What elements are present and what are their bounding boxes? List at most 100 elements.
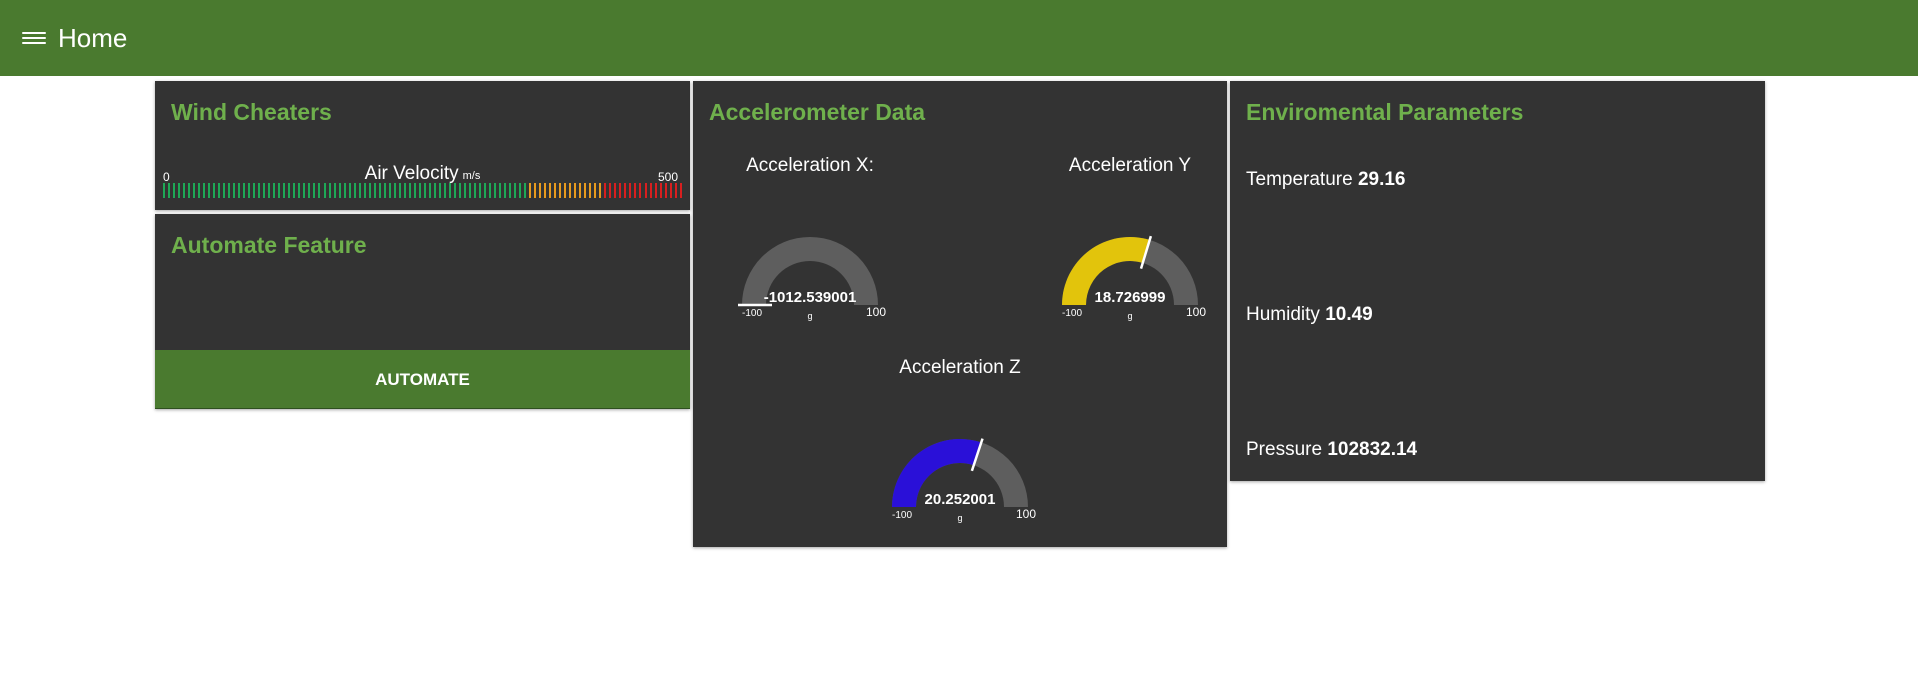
gauge-min-label: -100 [1062, 308, 1082, 319]
pressure-label: Pressure [1246, 439, 1323, 460]
air-velocity-tick [504, 183, 507, 198]
gauge-max-label: 100 [1016, 507, 1036, 521]
air-velocity-tick [443, 183, 446, 198]
air-velocity-tick [373, 183, 376, 198]
gauge-max-label: 100 [1186, 305, 1206, 319]
gauge-value-text: 18.726999 [1095, 289, 1166, 306]
air-velocity-tick [519, 183, 522, 198]
temperature-row: Temperature 29.16 [1246, 169, 1406, 191]
top-app-bar: Home [0, 0, 1918, 76]
air-velocity-tick [383, 183, 386, 198]
air-velocity-tick [298, 183, 301, 198]
air-velocity-tick [378, 183, 381, 198]
air-velocity-tick [193, 183, 196, 198]
air-velocity-tick [473, 183, 476, 198]
air-velocity-tick [243, 183, 246, 198]
air-velocity-tick [388, 183, 391, 198]
gauge-dial: 20.252001 -100 100 g [892, 438, 1036, 523]
air-velocity-tick [358, 183, 361, 198]
wind-cheaters-title: Wind Cheaters [171, 99, 332, 125]
air-velocity-tick [514, 183, 517, 198]
air-velocity-tick [664, 183, 667, 198]
air-velocity-tick [489, 183, 492, 198]
temperature-label: Temperature [1246, 169, 1353, 190]
acceleration-z-gauge: Acceleration Z 20.252001 -100 100 g [860, 357, 1060, 537]
air-velocity-label-text: Air Velocity [364, 163, 459, 184]
automate-button[interactable]: AUTOMATE [155, 350, 690, 409]
accelerometer-title: Accelerometer Data [709, 99, 926, 125]
air-velocity-tick [313, 183, 316, 198]
air-velocity-tick [554, 183, 557, 198]
air-velocity-tick [403, 183, 406, 198]
air-velocity-tick [338, 183, 341, 198]
air-velocity-tick [233, 183, 236, 198]
gauge-max-label: 100 [866, 305, 886, 319]
air-velocity-tick [258, 183, 261, 198]
air-velocity-linear-gauge [163, 183, 683, 198]
air-velocity-tick [203, 183, 206, 198]
acceleration-z-label: Acceleration Z [899, 357, 1021, 378]
air-velocity-tick [549, 183, 552, 198]
air-velocity-tick [634, 183, 637, 198]
air-velocity-tick [368, 183, 371, 198]
air-velocity-tick [584, 183, 587, 198]
air-velocity-tick [599, 183, 602, 198]
pressure-value: 102832.14 [1327, 439, 1418, 460]
air-velocity-tick [333, 183, 336, 198]
gauge-unit-label: g [1127, 311, 1132, 321]
air-velocity-tick [453, 183, 456, 198]
humidity-value: 10.49 [1325, 304, 1373, 325]
air-velocity-tick [569, 183, 572, 198]
temperature-value: 29.16 [1357, 169, 1406, 190]
air-velocity-tick [288, 183, 291, 198]
hamburger-menu-icon[interactable] [22, 29, 46, 47]
air-velocity-tick [208, 183, 211, 198]
acceleration-x-gauge: Acceleration X: -1012.539001 -100 100 g [693, 155, 927, 335]
air-velocity-tick [223, 183, 226, 198]
air-velocity-tick [183, 183, 186, 198]
air-velocity-tick [248, 183, 251, 198]
air-velocity-tick [574, 183, 577, 198]
air-velocity-tick [398, 183, 401, 198]
air-velocity-tick [168, 183, 171, 198]
air-velocity-tick [644, 183, 647, 198]
air-velocity-tick [438, 183, 441, 198]
air-velocity-tick [283, 183, 286, 198]
gauge-value-text: 20.252001 [925, 491, 996, 508]
air-velocity-tick [509, 183, 512, 198]
air-velocity-tick [579, 183, 582, 198]
gauge-dial: -1012.539001-100 100 g [738, 237, 886, 321]
air-velocity-tick [238, 183, 241, 198]
air-velocity-tick [679, 183, 682, 198]
air-velocity-tick [328, 183, 331, 198]
air-velocity-tick [308, 183, 311, 198]
humidity-label: Humidity [1246, 304, 1320, 325]
air-velocity-tick [639, 183, 642, 198]
air-velocity-tick [594, 183, 597, 198]
air-velocity-tick [423, 183, 426, 198]
air-velocity-tick [323, 183, 326, 198]
air-velocity-tick [659, 183, 662, 198]
air-velocity-tick [629, 183, 632, 198]
air-velocity-tick [293, 183, 296, 198]
air-velocity-tick [163, 183, 165, 198]
air-velocity-tick [413, 183, 416, 198]
air-velocity-tick [218, 183, 221, 198]
air-velocity-tick [318, 183, 321, 198]
air-velocity-tick [559, 183, 562, 198]
acceleration-y-gauge: Acceleration Y 18.726999 -100 100 g [1030, 155, 1230, 335]
gauge-value-text: -1012.539001 [764, 289, 857, 306]
air-velocity-tick [589, 183, 592, 198]
air-velocity-tick [649, 183, 652, 198]
air-velocity-tick [253, 183, 256, 198]
environmental-card: Enviromental Parameters Temperature 29.1… [1230, 81, 1765, 481]
air-velocity-tick [494, 183, 497, 198]
air-velocity-tick [524, 183, 527, 198]
air-velocity-label: Air Velocity m/s [155, 163, 690, 185]
air-velocity-tick [213, 183, 216, 198]
air-velocity-tick [448, 183, 451, 198]
air-velocity-tick [534, 183, 537, 198]
air-velocity-tick [273, 183, 276, 198]
air-velocity-tick [343, 183, 346, 198]
air-velocity-tick [624, 183, 627, 198]
